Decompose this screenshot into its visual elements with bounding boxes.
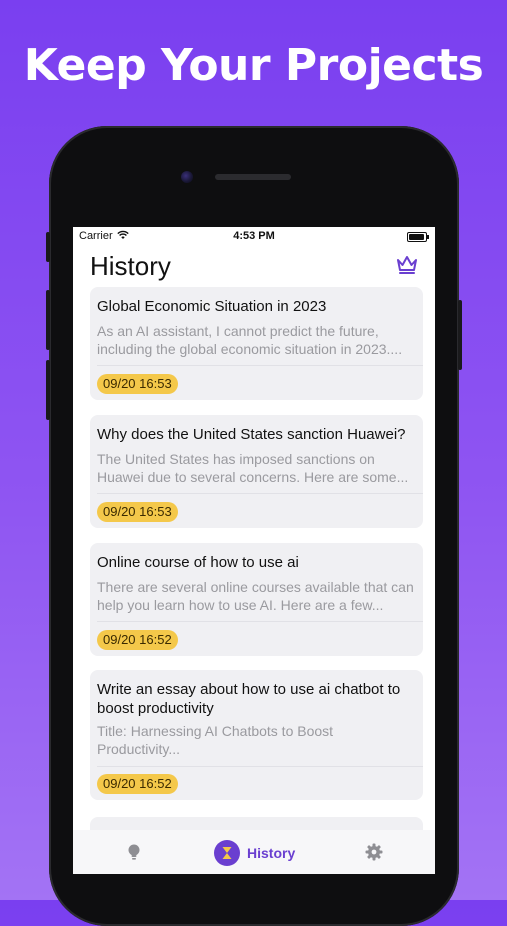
front-camera [181, 171, 193, 183]
timestamp-badge: 09/20 16:52 [97, 630, 178, 650]
status-bar: Carrier 4:53 PM [73, 227, 435, 247]
side-button-volume-down [46, 360, 50, 420]
status-time: 4:53 PM [233, 230, 275, 242]
hourglass-icon [214, 840, 240, 866]
history-card-title: Global Economic Situation in 2023 [97, 298, 327, 315]
history-card[interactable]: Online course of how to use ai There are… [90, 543, 423, 656]
lightbulb-icon[interactable] [125, 843, 143, 861]
crown-icon[interactable] [395, 253, 419, 275]
card-divider [97, 621, 423, 622]
timestamp-badge: 09/20 16:53 [97, 374, 178, 394]
side-button-volume-up [46, 290, 50, 350]
timestamp-badge: 09/20 16:53 [97, 502, 178, 522]
side-button-power [458, 300, 462, 370]
tab-history-label: History [247, 845, 296, 861]
card-divider [97, 365, 423, 366]
page-title: History [90, 251, 171, 281]
history-card-preview: There are several online courses availab… [97, 579, 414, 613]
card-divider [97, 766, 423, 767]
history-card-preview: As an AI assistant, I cannot predict the… [97, 323, 403, 357]
history-card-title: Why does the United States sanction Huaw… [97, 426, 406, 443]
history-card-preview: The United States has imposed sanctions … [97, 451, 409, 485]
history-card-preview: Title: Harnessing AI Chatbots to Boost P… [97, 723, 334, 757]
card-divider [97, 493, 423, 494]
history-card-title: Online course of how to use ai [97, 554, 299, 571]
app-screen: Carrier 4:53 PM History Global Economic … [73, 227, 435, 874]
timestamp-badge: 09/20 16:52 [97, 774, 178, 794]
tab-bar: History [73, 830, 435, 874]
history-card[interactable]: Global Economic Situation in 2023 As an … [90, 287, 423, 400]
side-button-mute [46, 232, 50, 262]
gear-icon[interactable] [365, 843, 383, 861]
history-card[interactable]: Why does the United States sanction Huaw… [90, 415, 423, 528]
history-card-title: Write an essay about how to use ai chatb… [97, 681, 401, 717]
history-card[interactable]: Write an essay about how to use ai chatb… [90, 670, 423, 800]
earpiece-speaker [215, 174, 291, 180]
promo-headline: Keep Your Projects [23, 40, 484, 91]
battery-icon [407, 232, 429, 242]
